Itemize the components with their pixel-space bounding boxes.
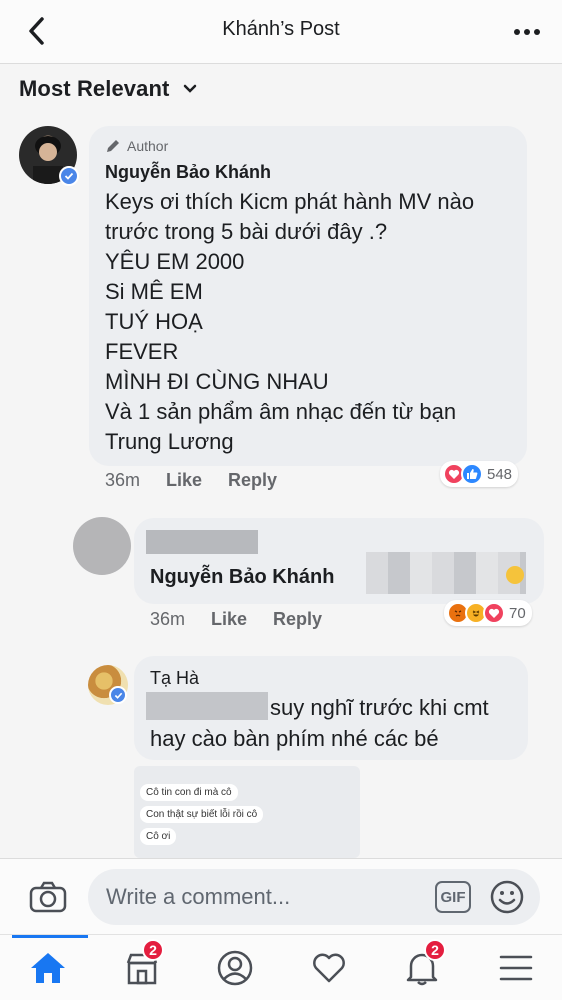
comment-line: hay cào bàn phím nhé các bé [150, 726, 439, 751]
redacted-text [366, 552, 526, 594]
love-reaction-icon [483, 602, 505, 624]
avatar[interactable] [73, 517, 131, 575]
comment-line: TUÝ HOẠ [105, 309, 203, 334]
gif-button[interactable]: GIF [435, 881, 471, 913]
comment-time: 36m [105, 470, 141, 490]
mentioned-name[interactable]: Nguyễn Bảo Khánh [150, 566, 334, 589]
comment-line: suy nghĩ trước khi cmt [270, 695, 489, 720]
menu-icon [499, 955, 533, 981]
like-button[interactable]: Like [211, 609, 247, 630]
like-reaction-icon [461, 463, 483, 485]
reaction-summary[interactable]: 70 [444, 600, 532, 626]
comment-author-name[interactable]: Tạ Hà [150, 668, 199, 689]
comment-line: Trung Lương [105, 429, 234, 454]
tab-marketplace[interactable]: 2 [102, 935, 182, 1000]
reaction-summary[interactable]: 548 [440, 461, 519, 487]
page-title: Khánh’s Post [222, 18, 340, 40]
tab-dating[interactable] [289, 935, 369, 1000]
comment-line: YÊU EM 2000 [105, 249, 245, 274]
comment-composer: GIF [0, 858, 562, 934]
comment-actions: 36m Like Reply [150, 609, 322, 630]
chat-preview-message: Cô ơi [140, 828, 177, 845]
comment-line: MÌNH ĐI CÙNG NHAU [105, 369, 329, 394]
comment-input[interactable] [88, 869, 540, 925]
reply-bubble: Nguyễn Bảo Khánh [134, 518, 544, 604]
reaction-count: 548 [487, 465, 513, 483]
notification-badge: 2 [424, 939, 446, 961]
home-icon [31, 953, 65, 983]
verified-badge-icon [109, 686, 127, 704]
top-bar: Khánh’s Post [0, 0, 562, 64]
comment-actions: 36m Like Reply [105, 470, 277, 491]
pencil-icon [107, 140, 119, 152]
author-tag: Author [105, 138, 511, 154]
reply-button[interactable]: Reply [228, 470, 277, 491]
comment-time: 36m [150, 609, 186, 629]
more-dots-icon[interactable] [512, 22, 542, 42]
tab-notifications[interactable]: 2 [382, 935, 462, 1000]
profile-icon [217, 950, 253, 986]
chat-preview-message: Con thật sự biết lỗi rồi cô [140, 806, 264, 823]
author-tag-label: Author [127, 138, 169, 154]
emoji-icon [506, 566, 524, 584]
comment-line: trước trong 5 bài dưới đây .? [105, 219, 388, 244]
attached-image[interactable]: Cô tin con đi mà cô Con thật sự biết lỗi… [134, 766, 360, 858]
comment-author-name[interactable]: Nguyễn Bảo Khánh [105, 162, 511, 183]
heart-icon [313, 953, 345, 983]
emoji-icon[interactable] [489, 879, 525, 915]
reply-button[interactable]: Reply [273, 609, 322, 630]
comment-bubble: Tạ Hà suy nghĩ trước khi cmt hay cào bàn… [134, 656, 528, 760]
comment-line: Si MÊ EM [105, 279, 203, 304]
comment-line: FEVER [105, 339, 179, 364]
chevron-down-icon [184, 84, 197, 93]
tab-home[interactable] [8, 935, 88, 1000]
bottom-tab-bar: 2 2 [0, 934, 562, 1000]
notification-badge: 2 [142, 939, 164, 961]
like-button[interactable]: Like [166, 470, 202, 491]
camera-icon[interactable] [28, 878, 68, 916]
redacted-mention [146, 692, 268, 720]
comment-line: Keys ơi thích Kicm phát hành MV nào [105, 189, 475, 214]
verified-badge-icon [59, 166, 79, 186]
tab-profile[interactable] [195, 935, 275, 1000]
sort-dropdown[interactable]: Most Relevant [19, 76, 197, 102]
reaction-count: 70 [509, 604, 526, 622]
comment-line: Và 1 sản phẩm âm nhạc đến từ bạn [105, 399, 457, 424]
comment-bubble: Author Nguyễn Bảo Khánh Keys ơi thích Ki… [89, 126, 527, 466]
tab-menu[interactable] [476, 935, 556, 1000]
redacted-name [146, 530, 258, 554]
sort-label: Most Relevant [19, 76, 170, 101]
chat-preview-message: Cô tin con đi mà cô [140, 784, 238, 801]
